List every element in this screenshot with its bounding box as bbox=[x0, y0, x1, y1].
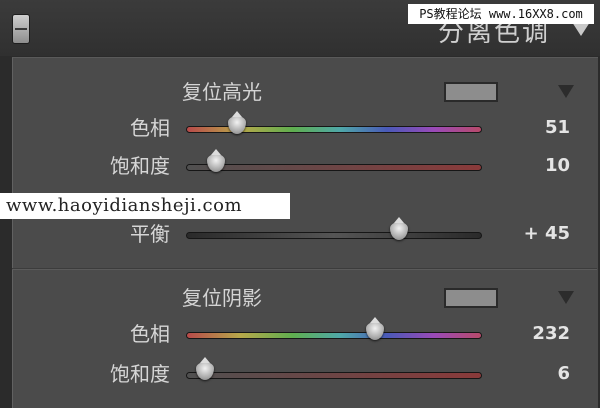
shadows-saturation-label: 饱和度 bbox=[110, 362, 170, 386]
watermark-middle: www.haoyidiansheji.com bbox=[0, 193, 290, 219]
highlights-saturation-slider[interactable] bbox=[186, 149, 482, 172]
triangle-down-icon[interactable] bbox=[558, 291, 574, 304]
panel-toggle-icon[interactable] bbox=[12, 14, 30, 44]
highlights-hue-slider[interactable] bbox=[186, 111, 482, 134]
panel-header[interactable]: 分离色调 PS教程论坛 www.16XX8.com bbox=[0, 0, 600, 56]
balance-label: 平衡 bbox=[130, 222, 170, 246]
highlights-saturation-label: 饱和度 bbox=[110, 154, 170, 178]
slider-thumb[interactable] bbox=[366, 317, 385, 340]
slider-thumb[interactable] bbox=[389, 217, 408, 240]
highlights-hue-label: 色相 bbox=[130, 116, 170, 140]
highlights-hue-value[interactable]: 51 bbox=[500, 116, 570, 140]
watermark-top: PS教程论坛 www.16XX8.com bbox=[408, 4, 594, 24]
highlights-color-swatch[interactable] bbox=[444, 82, 498, 102]
highlights-saturation-value[interactable]: 10 bbox=[500, 154, 570, 178]
shadows-hue-slider[interactable] bbox=[186, 317, 482, 340]
section-divider bbox=[12, 268, 597, 269]
shadows-reset-label[interactable]: 复位阴影 bbox=[182, 286, 262, 310]
shadows-saturation-slider[interactable] bbox=[186, 357, 482, 380]
triangle-down-icon[interactable] bbox=[558, 85, 574, 98]
triangle-down-icon[interactable] bbox=[572, 22, 590, 36]
slider-thumb[interactable] bbox=[207, 149, 226, 172]
highlights-reset-label[interactable]: 复位高光 bbox=[182, 80, 262, 104]
shadows-saturation-value[interactable]: 6 bbox=[500, 362, 570, 386]
shadows-hue-label: 色相 bbox=[130, 322, 170, 346]
slider-thumb[interactable] bbox=[227, 111, 246, 134]
shadows-hue-value[interactable]: 232 bbox=[500, 322, 570, 346]
shadows-color-swatch[interactable] bbox=[444, 288, 498, 308]
slider-thumb[interactable] bbox=[195, 357, 214, 380]
balance-slider[interactable] bbox=[186, 217, 482, 240]
balance-value[interactable]: + 45 bbox=[500, 222, 570, 246]
